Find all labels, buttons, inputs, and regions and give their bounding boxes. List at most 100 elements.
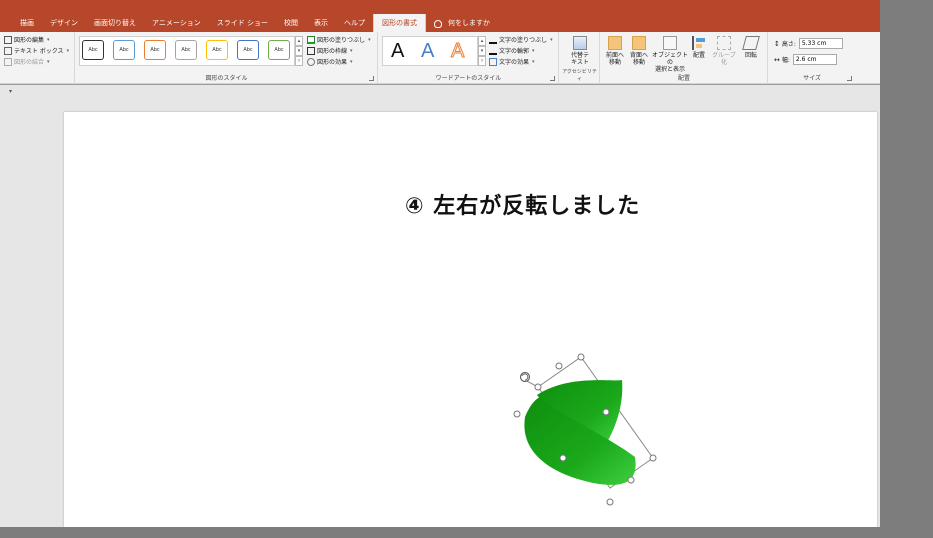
shape-style-4[interactable]: Abc bbox=[175, 40, 197, 60]
text-effects-button[interactable]: 文字の効果 ▾ bbox=[489, 56, 553, 67]
send-backward-button[interactable]: 背面へ 移動 bbox=[628, 34, 650, 66]
ribbon-tabs: 描画 デザイン 画面切り替え アニメーション スライド ショー 校閲 表示 ヘル… bbox=[0, 14, 880, 32]
group-insert-shapes: 図形の編集 ▾ テキスト ボックス ▾ 図形の結合 ▾ bbox=[0, 32, 75, 84]
selection-pane-icon bbox=[663, 36, 677, 50]
resize-handle-left[interactable] bbox=[513, 410, 521, 418]
tell-me-label: 何をしますか bbox=[447, 19, 490, 27]
merge-shapes-button[interactable]: 図形の結合 ▾ bbox=[4, 56, 69, 67]
merge-shapes-icon bbox=[4, 57, 12, 66]
ribbon: 図形の編集 ▾ テキスト ボックス ▾ 図形の結合 ▾ Abc Abc Abc … bbox=[0, 32, 880, 84]
resize-handle-bottom[interactable] bbox=[606, 498, 614, 506]
group-shape-styles: Abc Abc Abc Abc Abc Abc Abc ▴ ▾ ▿ 図形の塗りつ… bbox=[76, 32, 378, 84]
width-input[interactable] bbox=[792, 54, 837, 65]
wordart-scroll-up[interactable]: ▴ bbox=[478, 36, 486, 46]
text-fill-button[interactable]: 文字の塗りつぶし ▾ bbox=[489, 34, 553, 45]
resize-handle-right-upper[interactable] bbox=[602, 408, 610, 416]
resize-handle-top[interactable] bbox=[577, 353, 585, 361]
bottom-backdrop bbox=[0, 527, 933, 538]
gallery-more[interactable]: ▿ bbox=[295, 56, 303, 66]
height-label: 高さ: bbox=[781, 41, 796, 48]
size-group-label: サイズ bbox=[803, 75, 821, 82]
shape-outline-label: 図形の枠線 bbox=[317, 48, 348, 55]
wordart-scroll-down[interactable]: ▾ bbox=[478, 46, 486, 56]
shape-style-5[interactable]: Abc bbox=[206, 40, 228, 60]
tab-help[interactable]: ヘルプ bbox=[336, 14, 373, 32]
wordart-dialog-launcher[interactable] bbox=[550, 76, 555, 81]
tab-shape-format[interactable]: 図形の書式 bbox=[372, 14, 426, 32]
paint-bucket-icon bbox=[307, 35, 315, 44]
shape-styles-dialog-launcher[interactable] bbox=[369, 76, 374, 81]
bring-forward-label-1: 前面へ bbox=[605, 52, 624, 59]
group-size: ↕ 高さ: ↔ 幅: サイズ bbox=[769, 32, 855, 84]
resize-handle-top-left[interactable] bbox=[555, 362, 563, 370]
shape-style-7[interactable]: Abc bbox=[268, 40, 290, 60]
selection-pane-label-1: オブジェクトの bbox=[651, 52, 688, 66]
rotate-label: 回転 bbox=[744, 52, 757, 59]
chevron-down-icon: ▾ bbox=[368, 36, 371, 43]
chevron-down-icon: ▾ bbox=[47, 36, 50, 43]
tell-me-box[interactable]: 何をしますか bbox=[426, 14, 498, 32]
lightbulb-icon bbox=[433, 20, 442, 28]
rotate-button[interactable]: 回転 bbox=[740, 34, 762, 59]
group-objects-icon bbox=[717, 36, 731, 50]
tab-view[interactable]: 表示 bbox=[306, 14, 336, 32]
size-dialog-launcher[interactable] bbox=[847, 76, 852, 81]
resize-handle-center-left[interactable] bbox=[559, 454, 567, 462]
slide-workspace: ④ 左右が反転しました bbox=[0, 85, 880, 527]
bring-forward-icon bbox=[608, 36, 622, 50]
arrange-group-label: 配置 bbox=[677, 75, 690, 82]
group-objects-button[interactable]: グループ化 bbox=[710, 34, 738, 66]
text-outline-label: 文字の輪郭 bbox=[499, 48, 530, 55]
width-label: 幅: bbox=[781, 57, 790, 64]
style-sample-text: Abc bbox=[150, 47, 160, 53]
height-icon: ↕ bbox=[774, 39, 780, 48]
text-effects-label: 文字の効果 bbox=[499, 59, 530, 66]
tab-review[interactable]: 校閲 bbox=[276, 14, 306, 32]
text-box-button[interactable]: テキスト ボックス ▾ bbox=[4, 45, 69, 56]
title-bar bbox=[0, 0, 880, 14]
send-backward-label-2: 移動 bbox=[632, 59, 645, 66]
alt-text-button[interactable]: 代替テ キスト bbox=[564, 34, 596, 66]
shape-style-3[interactable]: Abc bbox=[144, 40, 166, 60]
tab-animations[interactable]: アニメーション bbox=[144, 14, 209, 32]
alt-text-label-2: キスト bbox=[571, 59, 589, 66]
collapse-ribbon-marker[interactable]: ▾ bbox=[9, 88, 12, 95]
align-button[interactable]: 配置 bbox=[690, 34, 708, 59]
chevron-down-icon: ▾ bbox=[66, 47, 70, 54]
chevron-down-icon: ▾ bbox=[350, 47, 353, 54]
resize-handle-bottom-right[interactable] bbox=[627, 476, 635, 484]
edit-shape-button[interactable]: 図形の編集 ▾ bbox=[4, 34, 69, 45]
slide-canvas[interactable]: ④ 左右が反転しました bbox=[64, 112, 877, 527]
right-backdrop bbox=[880, 0, 933, 538]
chevron-down-icon: ▾ bbox=[550, 36, 553, 43]
edit-shape-icon bbox=[4, 35, 12, 44]
bring-forward-button[interactable]: 前面へ 移動 bbox=[604, 34, 626, 66]
wordart-style-black[interactable]: A bbox=[391, 40, 404, 63]
shape-effects-button[interactable]: 図形の効果 ▾ bbox=[307, 56, 371, 67]
height-input[interactable] bbox=[798, 38, 843, 49]
tab-transitions[interactable]: 画面切り替え bbox=[86, 14, 144, 32]
wordart-style-blue[interactable]: A bbox=[421, 40, 434, 63]
shape-fill-label: 図形の塗りつぶし bbox=[317, 37, 366, 44]
alt-text-icon bbox=[573, 36, 587, 50]
tab-draw[interactable]: 描画 bbox=[12, 14, 42, 32]
shape-style-6[interactable]: Abc bbox=[237, 40, 259, 60]
text-effects-icon bbox=[489, 57, 497, 66]
tab-slideshow[interactable]: スライド ショー bbox=[209, 14, 276, 32]
selection-pane-button[interactable]: オブジェクトの 選択と表示 bbox=[651, 34, 689, 73]
wordart-more[interactable]: ▿ bbox=[478, 56, 486, 66]
text-outline-button[interactable]: 文字の輪郭 ▾ bbox=[489, 45, 553, 56]
shape-fill-button[interactable]: 図形の塗りつぶし ▾ bbox=[307, 34, 371, 45]
rotation-handle-icon[interactable] bbox=[519, 371, 531, 383]
text-fill-label: 文字の塗りつぶし bbox=[499, 37, 548, 44]
shape-style-2[interactable]: Abc bbox=[113, 40, 135, 60]
wordart-style-orange-outline[interactable]: A bbox=[450, 40, 464, 63]
tab-design[interactable]: デザイン bbox=[42, 14, 86, 32]
resize-handle-right[interactable] bbox=[649, 454, 657, 462]
shape-outline-button[interactable]: 図形の枠線 ▾ bbox=[307, 45, 371, 56]
shape-style-1[interactable]: Abc bbox=[82, 40, 104, 60]
gallery-scroll-down[interactable]: ▾ bbox=[295, 46, 303, 56]
align-icon bbox=[692, 36, 706, 50]
gallery-scroll-up[interactable]: ▴ bbox=[295, 36, 303, 46]
resize-handle-left-top[interactable] bbox=[534, 383, 542, 391]
